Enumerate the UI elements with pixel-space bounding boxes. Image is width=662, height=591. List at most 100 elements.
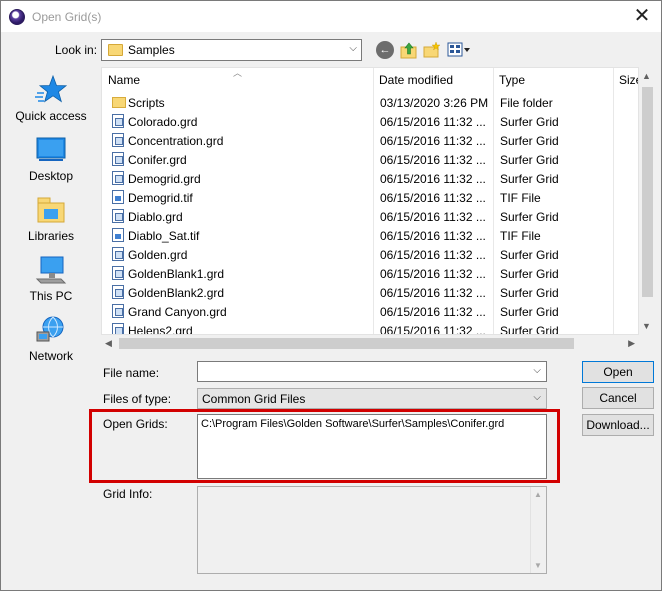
look-in-dropdown[interactable]: Samples ⌵ <box>101 39 362 61</box>
open-grids-dialog: Open Grid(s) ✕ Look in: Samples ⌵ ← Quic… <box>0 0 662 591</box>
grid-info-scrollbar[interactable]: ▲ ▼ <box>530 487 546 573</box>
file-name: GoldenBlank2.grd <box>128 286 225 300</box>
file-list[interactable]: ︿ Name Date modified Type Size Scripts 03… <box>101 67 639 335</box>
file-name: Colorado.grd <box>128 115 198 129</box>
file-row[interactable]: GoldenBlank2.grd 06/15/2016 11:32 ... Surf… <box>102 283 638 302</box>
file-row[interactable]: Diablo_Sat.tif 06/15/2016 11:32 ... TIF Fi… <box>102 226 638 245</box>
surfer-app-icon <box>9 9 25 25</box>
file-date: 06/15/2016 11:32 ... <box>380 248 486 262</box>
file-name-input[interactable]: ⌵ <box>197 361 547 382</box>
file-type: Surfer Grid <box>500 134 559 148</box>
grid-file-icon <box>112 133 124 147</box>
file-type: Surfer Grid <box>500 248 559 262</box>
chevron-down-icon: ⌵ <box>349 43 357 54</box>
desktop-icon <box>36 137 66 161</box>
chevron-down-icon[interactable]: ⌵ <box>533 365 541 376</box>
place-label: Network <box>28 349 73 363</box>
file-row[interactable]: GoldenBlank1.grd 06/15/2016 11:32 ... Surf… <box>102 264 638 283</box>
file-row[interactable]: Colorado.grd 06/15/2016 11:32 ... Surfer G… <box>102 112 638 131</box>
grid-file-icon <box>112 304 124 318</box>
place-desktop[interactable]: Desktop <box>3 135 99 191</box>
look-in-value: Samples <box>128 43 175 57</box>
cancel-button[interactable]: Cancel <box>582 387 654 409</box>
file-type: File folder <box>500 96 553 110</box>
column-header-size[interactable]: Size <box>619 73 638 87</box>
close-button[interactable]: ✕ <box>627 3 657 29</box>
column-header-type[interactable]: Type <box>499 73 525 87</box>
file-type: Surfer Grid <box>500 324 559 335</box>
grid-info-label: Grid Info: <box>103 487 153 501</box>
file-date: 06/15/2016 11:32 ... <box>380 210 486 224</box>
grid-file-icon <box>112 285 124 299</box>
scroll-up-icon[interactable]: ▲ <box>534 490 542 499</box>
up-folder-icon[interactable] <box>400 41 418 59</box>
column-header-name[interactable]: Name <box>108 73 140 87</box>
file-date: 06/15/2016 11:32 ... <box>380 305 486 319</box>
place-label: Quick access <box>15 109 87 123</box>
window-title: Open Grid(s) <box>32 10 102 24</box>
open-button[interactable]: Open <box>582 361 654 383</box>
title-bar: Open Grid(s) ✕ <box>1 1 661 32</box>
scroll-down-icon[interactable]: ▼ <box>642 321 651 331</box>
scroll-right-icon[interactable]: ▶ <box>628 338 635 349</box>
look-in-label: Look in: <box>55 43 98 57</box>
file-date: 06/15/2016 11:32 ... <box>380 172 486 186</box>
image-file-icon <box>112 190 124 204</box>
file-list-vertical-scrollbar[interactable]: ▲ ▼ <box>639 67 656 335</box>
files-of-type-value: Common Grid Files <box>202 392 306 406</box>
file-row[interactable]: Helens2.grd 06/15/2016 11:32 ... Surfer Gr… <box>102 321 638 335</box>
scroll-down-icon[interactable]: ▼ <box>534 561 542 570</box>
place-label: This PC <box>29 289 73 303</box>
file-name: GoldenBlank1.grd <box>128 267 225 281</box>
scroll-thumb[interactable] <box>119 338 574 349</box>
file-row[interactable]: Grand Canyon.grd 06/15/2016 11:32 ... Surf… <box>102 302 638 321</box>
places-bar: Quick access Desktop Libraries This PC N… <box>3 67 99 367</box>
file-date: 06/15/2016 11:32 ... <box>380 267 486 281</box>
chevron-down-icon: ⌵ <box>533 392 541 403</box>
open-grids-value: C:\Program Files\Golden Software\Surfer\… <box>201 418 505 430</box>
sort-ascending-icon: ︿ <box>233 68 243 78</box>
download-button[interactable]: Download... <box>582 414 654 436</box>
file-name: Grand Canyon.grd <box>128 305 227 319</box>
file-row[interactable]: Concentration.grd 06/15/2016 11:32 ... Sur… <box>102 131 638 150</box>
grid-file-icon <box>112 266 124 280</box>
file-type: TIF File <box>500 229 541 243</box>
file-date: 06/15/2016 11:32 ... <box>380 229 486 243</box>
place-label: Libraries <box>27 229 75 243</box>
new-folder-icon[interactable] <box>423 41 441 59</box>
file-type: Surfer Grid <box>500 153 559 167</box>
open-grids-textarea[interactable]: C:\Program Files\Golden Software\Surfer\… <box>197 414 547 479</box>
place-libraries[interactable]: Libraries <box>3 195 99 251</box>
grid-file-icon <box>112 114 124 128</box>
folder-icon <box>108 44 123 56</box>
scroll-left-icon[interactable]: ◀ <box>105 338 112 349</box>
file-name-label: File name: <box>103 366 160 380</box>
file-name: Diablo.grd <box>128 210 183 224</box>
place-this-pc[interactable]: This PC <box>3 255 99 311</box>
file-row[interactable]: Golden.grd 06/15/2016 11:32 ... Surfer Gri… <box>102 245 638 264</box>
place-network[interactable]: Network <box>3 315 99 371</box>
file-row[interactable]: Diablo.grd 06/15/2016 11:32 ... Surfer Gri… <box>102 207 638 226</box>
file-name: Demogrid.tif <box>128 191 193 205</box>
star-icon <box>35 75 67 103</box>
grid-file-icon <box>112 247 124 261</box>
file-row[interactable]: Conifer.grd 06/15/2016 11:32 ... Surfer Gr… <box>102 150 638 169</box>
files-of-type-dropdown[interactable]: Common Grid Files ⌵ <box>197 388 547 409</box>
file-date: 06/15/2016 11:32 ... <box>380 115 486 129</box>
column-header-date[interactable]: Date modified <box>379 73 453 87</box>
file-list-horizontal-scrollbar[interactable]: ◀ ▶ <box>101 335 639 352</box>
scroll-up-icon[interactable]: ▲ <box>642 71 651 81</box>
file-date: 06/15/2016 11:32 ... <box>380 134 486 148</box>
file-date: 06/15/2016 11:32 ... <box>380 153 486 167</box>
file-date: 06/15/2016 11:32 ... <box>380 286 486 300</box>
file-date: 06/15/2016 11:32 ... <box>380 191 486 205</box>
grid-file-icon <box>112 323 124 334</box>
back-arrow-icon[interactable]: ← <box>376 41 394 59</box>
file-row[interactable]: Demogrid.grd 06/15/2016 11:32 ... Surfer G… <box>102 169 638 188</box>
file-row[interactable]: Scripts 03/13/2020 3:26 PM File folder <box>102 93 638 112</box>
view-menu-icon[interactable] <box>447 41 471 59</box>
file-type: Surfer Grid <box>500 115 559 129</box>
file-row[interactable]: Demogrid.tif 06/15/2016 11:32 ... TIF File <box>102 188 638 207</box>
place-quick-access[interactable]: Quick access <box>3 75 99 131</box>
scroll-thumb[interactable] <box>642 87 653 297</box>
